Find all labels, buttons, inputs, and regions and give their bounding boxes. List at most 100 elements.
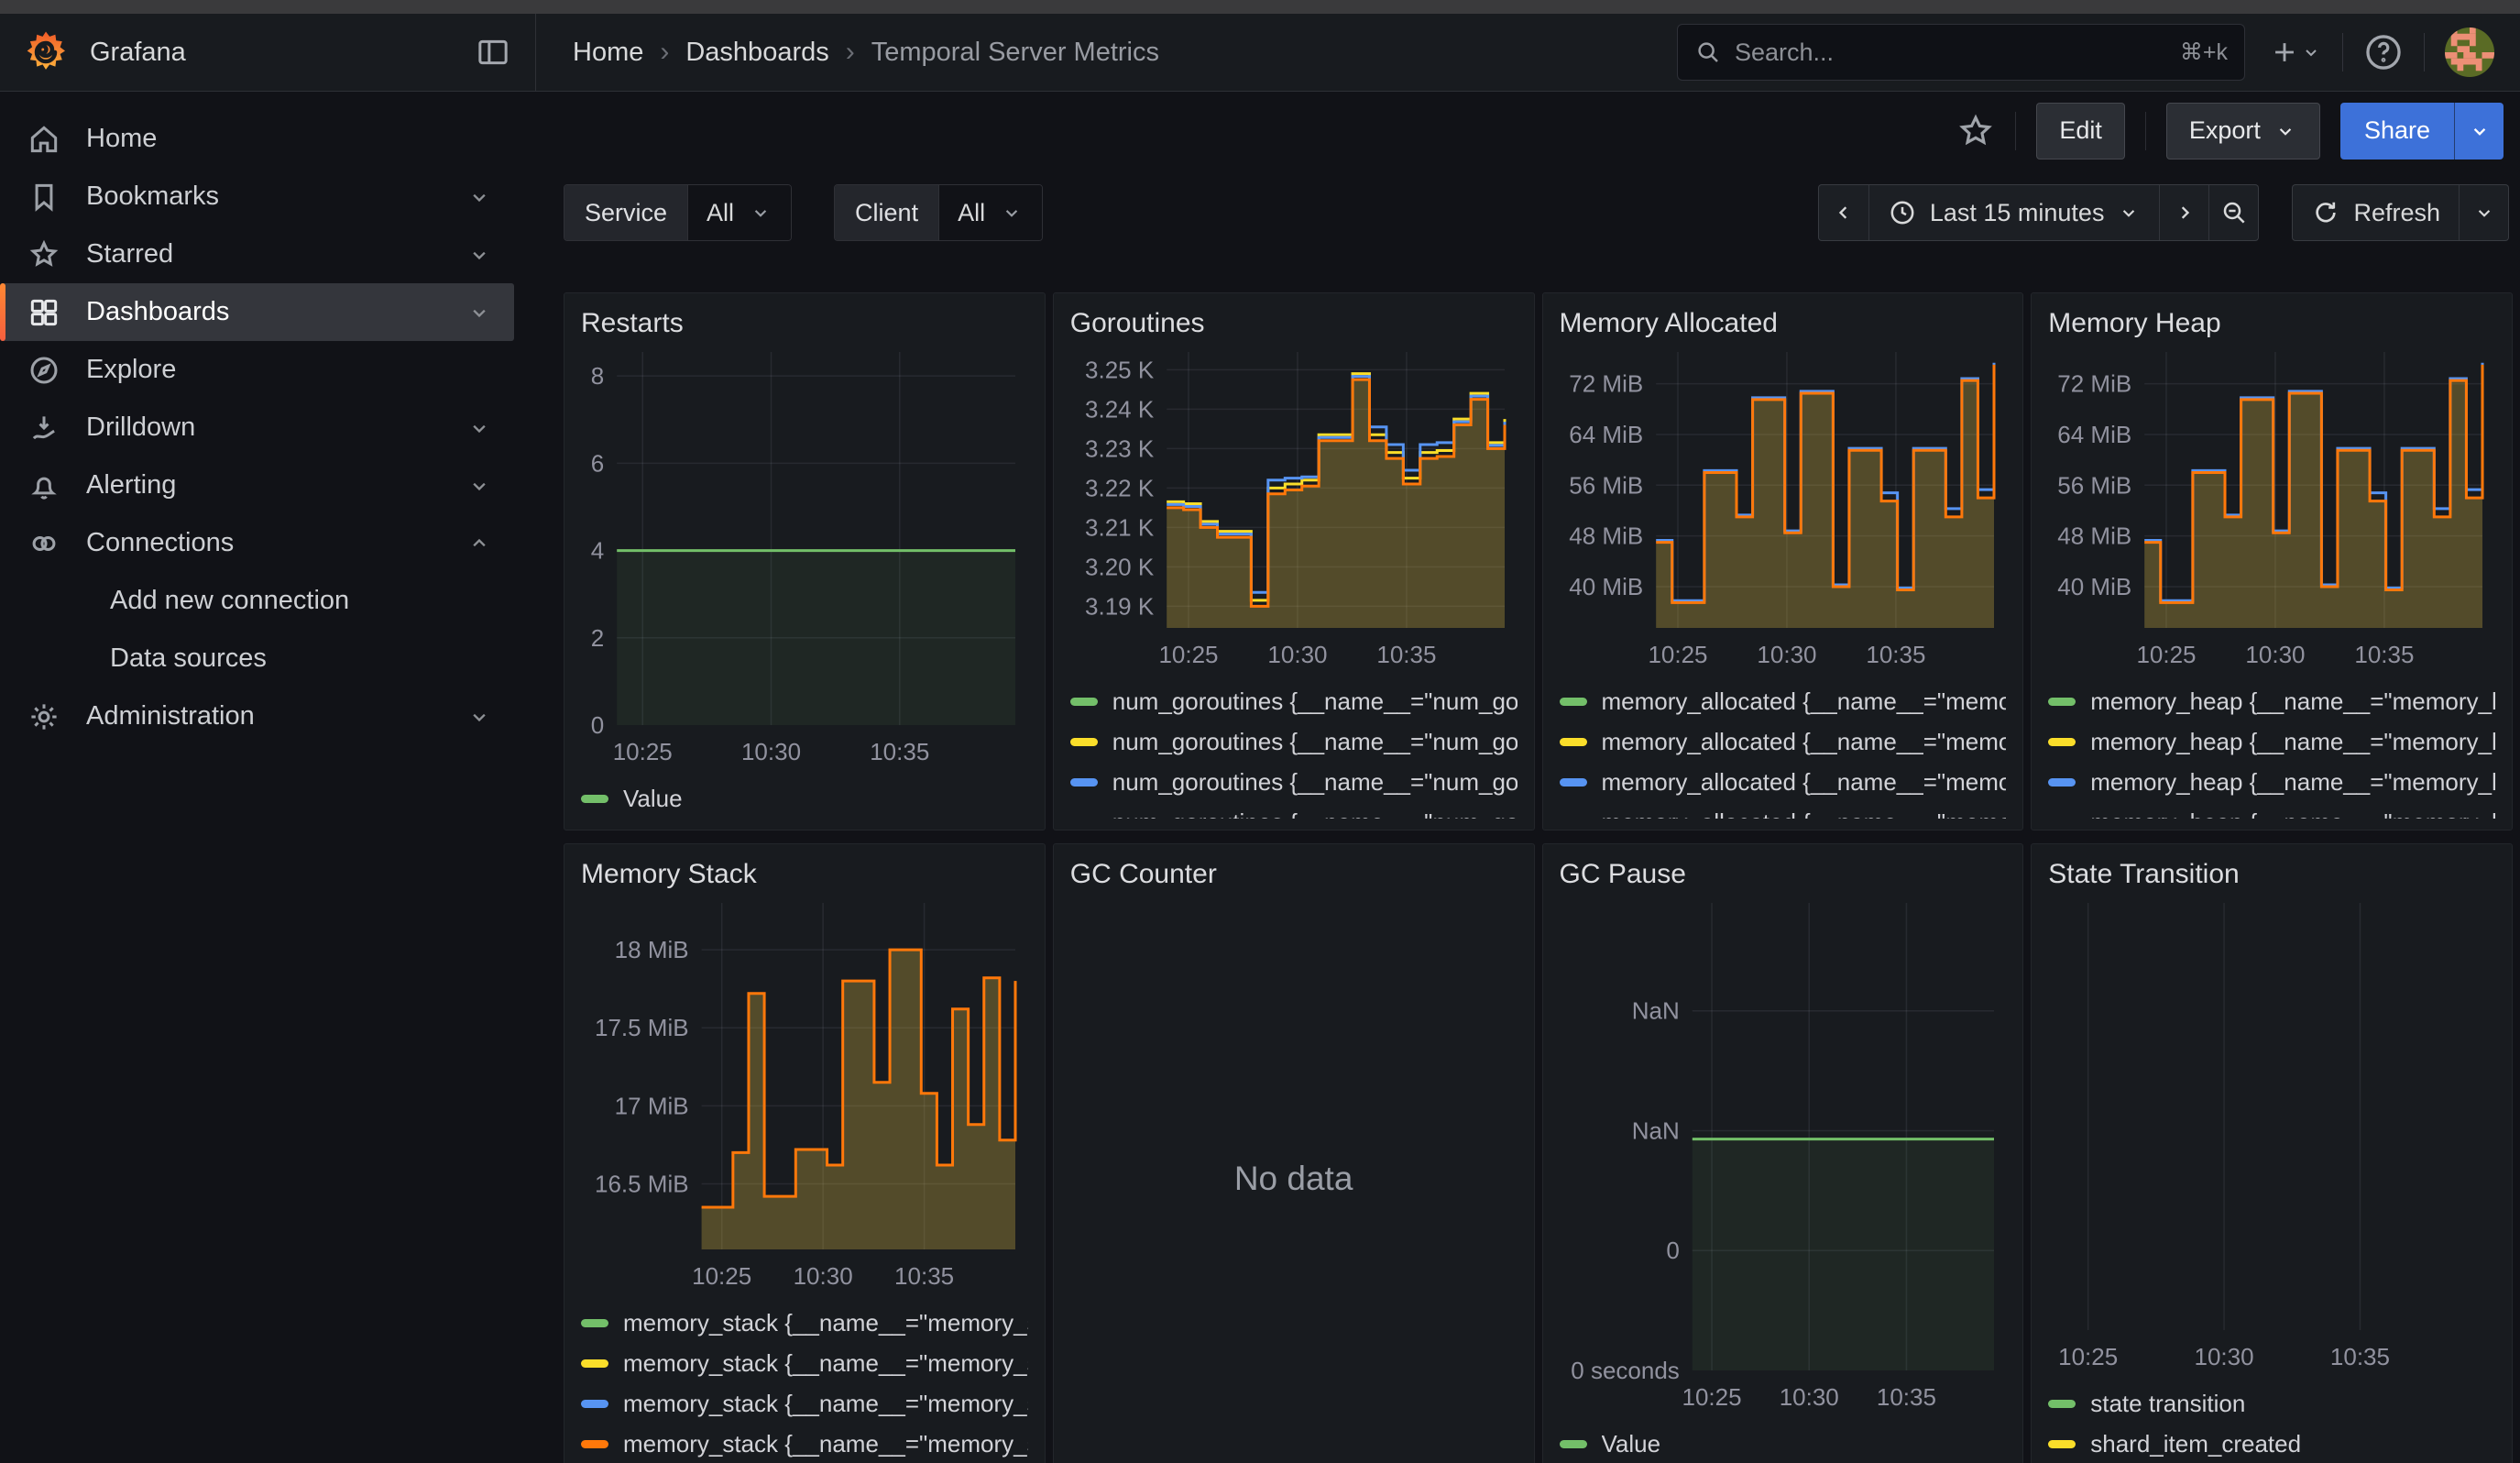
sidebar-toggle-icon[interactable] xyxy=(475,34,511,71)
svg-text:10:30: 10:30 xyxy=(1779,1383,1838,1411)
legend-item[interactable]: memory_allocated {__name__="memo xyxy=(1560,721,2007,762)
chart-state-transition[interactable]: 10:2510:3010:35 xyxy=(2048,894,2495,1376)
legend-item[interactable]: state transition xyxy=(2048,1383,2495,1424)
breadcrumb-dashboards[interactable]: Dashboards xyxy=(685,38,828,68)
chevron-down-icon xyxy=(466,242,492,268)
sidebar-item-starred[interactable]: Starred xyxy=(0,226,514,283)
legend-swatch xyxy=(581,1400,608,1408)
search-field[interactable] xyxy=(1735,38,2167,67)
sidebar-item-administration[interactable]: Administration xyxy=(0,688,514,745)
refresh-button[interactable]: Refresh xyxy=(2293,185,2459,240)
legend-item[interactable]: memory_heap {__name__="memory_h xyxy=(2048,762,2495,802)
time-shift-back-button[interactable] xyxy=(1819,185,1868,240)
legend-item[interactable]: memory_heap {__name__="memory_h xyxy=(2048,681,2495,721)
panel-title[interactable]: State Transition xyxy=(2048,859,2495,890)
legend-item[interactable]: memory_allocated {__name__="memo xyxy=(1560,802,2007,819)
legend-item[interactable]: memory_heap {__name__="memory_h xyxy=(2048,721,2495,762)
svg-text:0 seconds: 0 seconds xyxy=(1571,1357,1680,1384)
client-value-dropdown[interactable]: All xyxy=(938,185,1042,240)
favorite-star-button[interactable] xyxy=(1956,112,1995,150)
chart-restarts[interactable]: 10:2510:3010:3502468 xyxy=(581,343,1028,771)
legend: state transitionshard_item_created xyxy=(2048,1383,2495,1463)
legend-item[interactable]: memory_stack {__name__="memory_s xyxy=(581,1424,1028,1463)
chevron-down-icon xyxy=(466,704,492,730)
legend-item[interactable]: memory_allocated {__name__="memo xyxy=(1560,681,2007,721)
svg-text:10:35: 10:35 xyxy=(1376,641,1436,668)
breadcrumb-current: Temporal Server Metrics xyxy=(871,38,1159,68)
window-top-strip xyxy=(0,0,2520,14)
sidebar-item-drilldown[interactable]: Drilldown xyxy=(0,399,514,456)
sidebar-item-home[interactable]: Home xyxy=(0,110,514,168)
panel-title[interactable]: Memory Stack xyxy=(581,859,1028,890)
service-value-dropdown[interactable]: All xyxy=(687,185,791,240)
svg-text:3.21 K: 3.21 K xyxy=(1085,513,1155,541)
sidebar-item-add-new-connection[interactable]: Add new connection xyxy=(0,572,514,630)
star-icon xyxy=(1956,112,1995,150)
chart-gc-pause[interactable]: 10:2510:3010:350 seconds0NaNNaN xyxy=(1560,894,2007,1416)
refresh-interval-button[interactable] xyxy=(2459,185,2508,240)
svg-text:16.5 MiB: 16.5 MiB xyxy=(595,1170,689,1197)
panel-title[interactable]: Goroutines xyxy=(1070,308,1517,339)
sidebar-item-explore[interactable]: Explore xyxy=(0,341,514,399)
chart-memory-heap[interactable]: 10:2510:3010:3540 MiB48 MiB56 MiB64 MiB7… xyxy=(2048,343,2495,674)
svg-text:64 MiB: 64 MiB xyxy=(1569,421,1643,448)
search-input[interactable]: ⌘+k xyxy=(1677,24,2245,81)
chevron-down-icon xyxy=(1000,201,1024,225)
help-button[interactable] xyxy=(2363,32,2404,72)
panel-title[interactable]: Memory Heap xyxy=(2048,308,2495,339)
legend-item[interactable]: Value xyxy=(581,778,1028,819)
chart-memory-stack[interactable]: 10:2510:3010:3516.5 MiB17 MiB17.5 MiB18 … xyxy=(581,894,1028,1295)
legend-item[interactable]: Value xyxy=(1560,1424,2007,1463)
legend-item[interactable]: memory_allocated {__name__="memo xyxy=(1560,762,2007,802)
svg-text:56 MiB: 56 MiB xyxy=(1569,471,1643,499)
legend-item[interactable]: memory_heap {__name__="memory_h xyxy=(2048,802,2495,819)
share-split-button: Share xyxy=(2340,103,2504,160)
sidebar-item-alerting[interactable]: Alerting xyxy=(0,456,514,514)
sidebar-item-dashboards[interactable]: Dashboards xyxy=(0,283,514,341)
add-new-button[interactable] xyxy=(2269,37,2322,68)
panel-title[interactable]: GC Counter xyxy=(1070,859,1517,890)
svg-text:0: 0 xyxy=(591,711,604,739)
panel-gc-pause: GC Pause 10:2510:3010:350 seconds0NaNNaN… xyxy=(1542,843,2024,1463)
time-range-picker[interactable]: Last 15 minutes xyxy=(1868,185,2160,240)
share-button[interactable]: Share xyxy=(2340,103,2454,160)
export-button[interactable]: Export xyxy=(2166,103,2320,160)
time-shift-forward-button[interactable] xyxy=(2159,185,2208,240)
chevron-up-icon xyxy=(466,531,492,556)
chart-memory-allocated[interactable]: 10:2510:3010:3540 MiB48 MiB56 MiB64 MiB7… xyxy=(1560,343,2007,674)
legend-item[interactable]: num_goroutines {__name__="num_go xyxy=(1070,802,1517,819)
sidebar-item-bookmarks[interactable]: Bookmarks xyxy=(0,168,514,226)
legend-item[interactable]: num_goroutines {__name__="num_go xyxy=(1070,721,1517,762)
legend-item[interactable]: memory_stack {__name__="memory_s xyxy=(581,1343,1028,1383)
svg-text:64 MiB: 64 MiB xyxy=(2058,421,2132,448)
chevron-down-icon xyxy=(2468,119,2492,143)
breadcrumb-home[interactable]: Home xyxy=(573,38,643,68)
panel-title[interactable]: GC Pause xyxy=(1560,859,2007,890)
chart-gc-counter[interactable]: No data xyxy=(1070,894,1517,1463)
legend-item[interactable]: memory_stack {__name__="memory_s xyxy=(581,1303,1028,1343)
sidebar-item-connections[interactable]: Connections xyxy=(0,514,514,572)
dashboard-controls: Service All Client All xyxy=(564,184,2513,241)
avatar[interactable] xyxy=(2445,28,2494,77)
legend-item[interactable]: num_goroutines {__name__="num_go xyxy=(1070,681,1517,721)
svg-text:17 MiB: 17 MiB xyxy=(615,1092,689,1119)
legend-item[interactable]: shard_item_created xyxy=(2048,1424,2495,1463)
sidebar-item-data-sources[interactable]: Data sources xyxy=(0,630,514,688)
edit-button[interactable]: Edit xyxy=(2036,103,2125,160)
legend-swatch xyxy=(581,1359,608,1368)
svg-text:10:25: 10:25 xyxy=(613,738,673,765)
share-menu-button[interactable] xyxy=(2454,103,2504,160)
legend-item[interactable]: num_goroutines {__name__="num_go xyxy=(1070,762,1517,802)
chart-goroutines[interactable]: 10:2510:3010:353.19 K3.20 K3.21 K3.22 K3… xyxy=(1070,343,1517,674)
divider xyxy=(2424,33,2425,72)
legend-label: memory_stack {__name__="memory_s xyxy=(623,1390,1028,1418)
panel-title[interactable]: Memory Allocated xyxy=(1560,308,2007,339)
legend-swatch xyxy=(1070,738,1098,746)
zoom-out-button[interactable] xyxy=(2208,185,2258,240)
grafana-logo-icon[interactable] xyxy=(22,28,70,76)
svg-text:NaN: NaN xyxy=(1631,997,1679,1025)
legend-item[interactable]: memory_stack {__name__="memory_s xyxy=(581,1383,1028,1424)
legend-label: memory_allocated {__name__="memo xyxy=(1602,768,2007,797)
panel-title[interactable]: Restarts xyxy=(581,308,1028,339)
svg-text:10:35: 10:35 xyxy=(894,1262,954,1290)
